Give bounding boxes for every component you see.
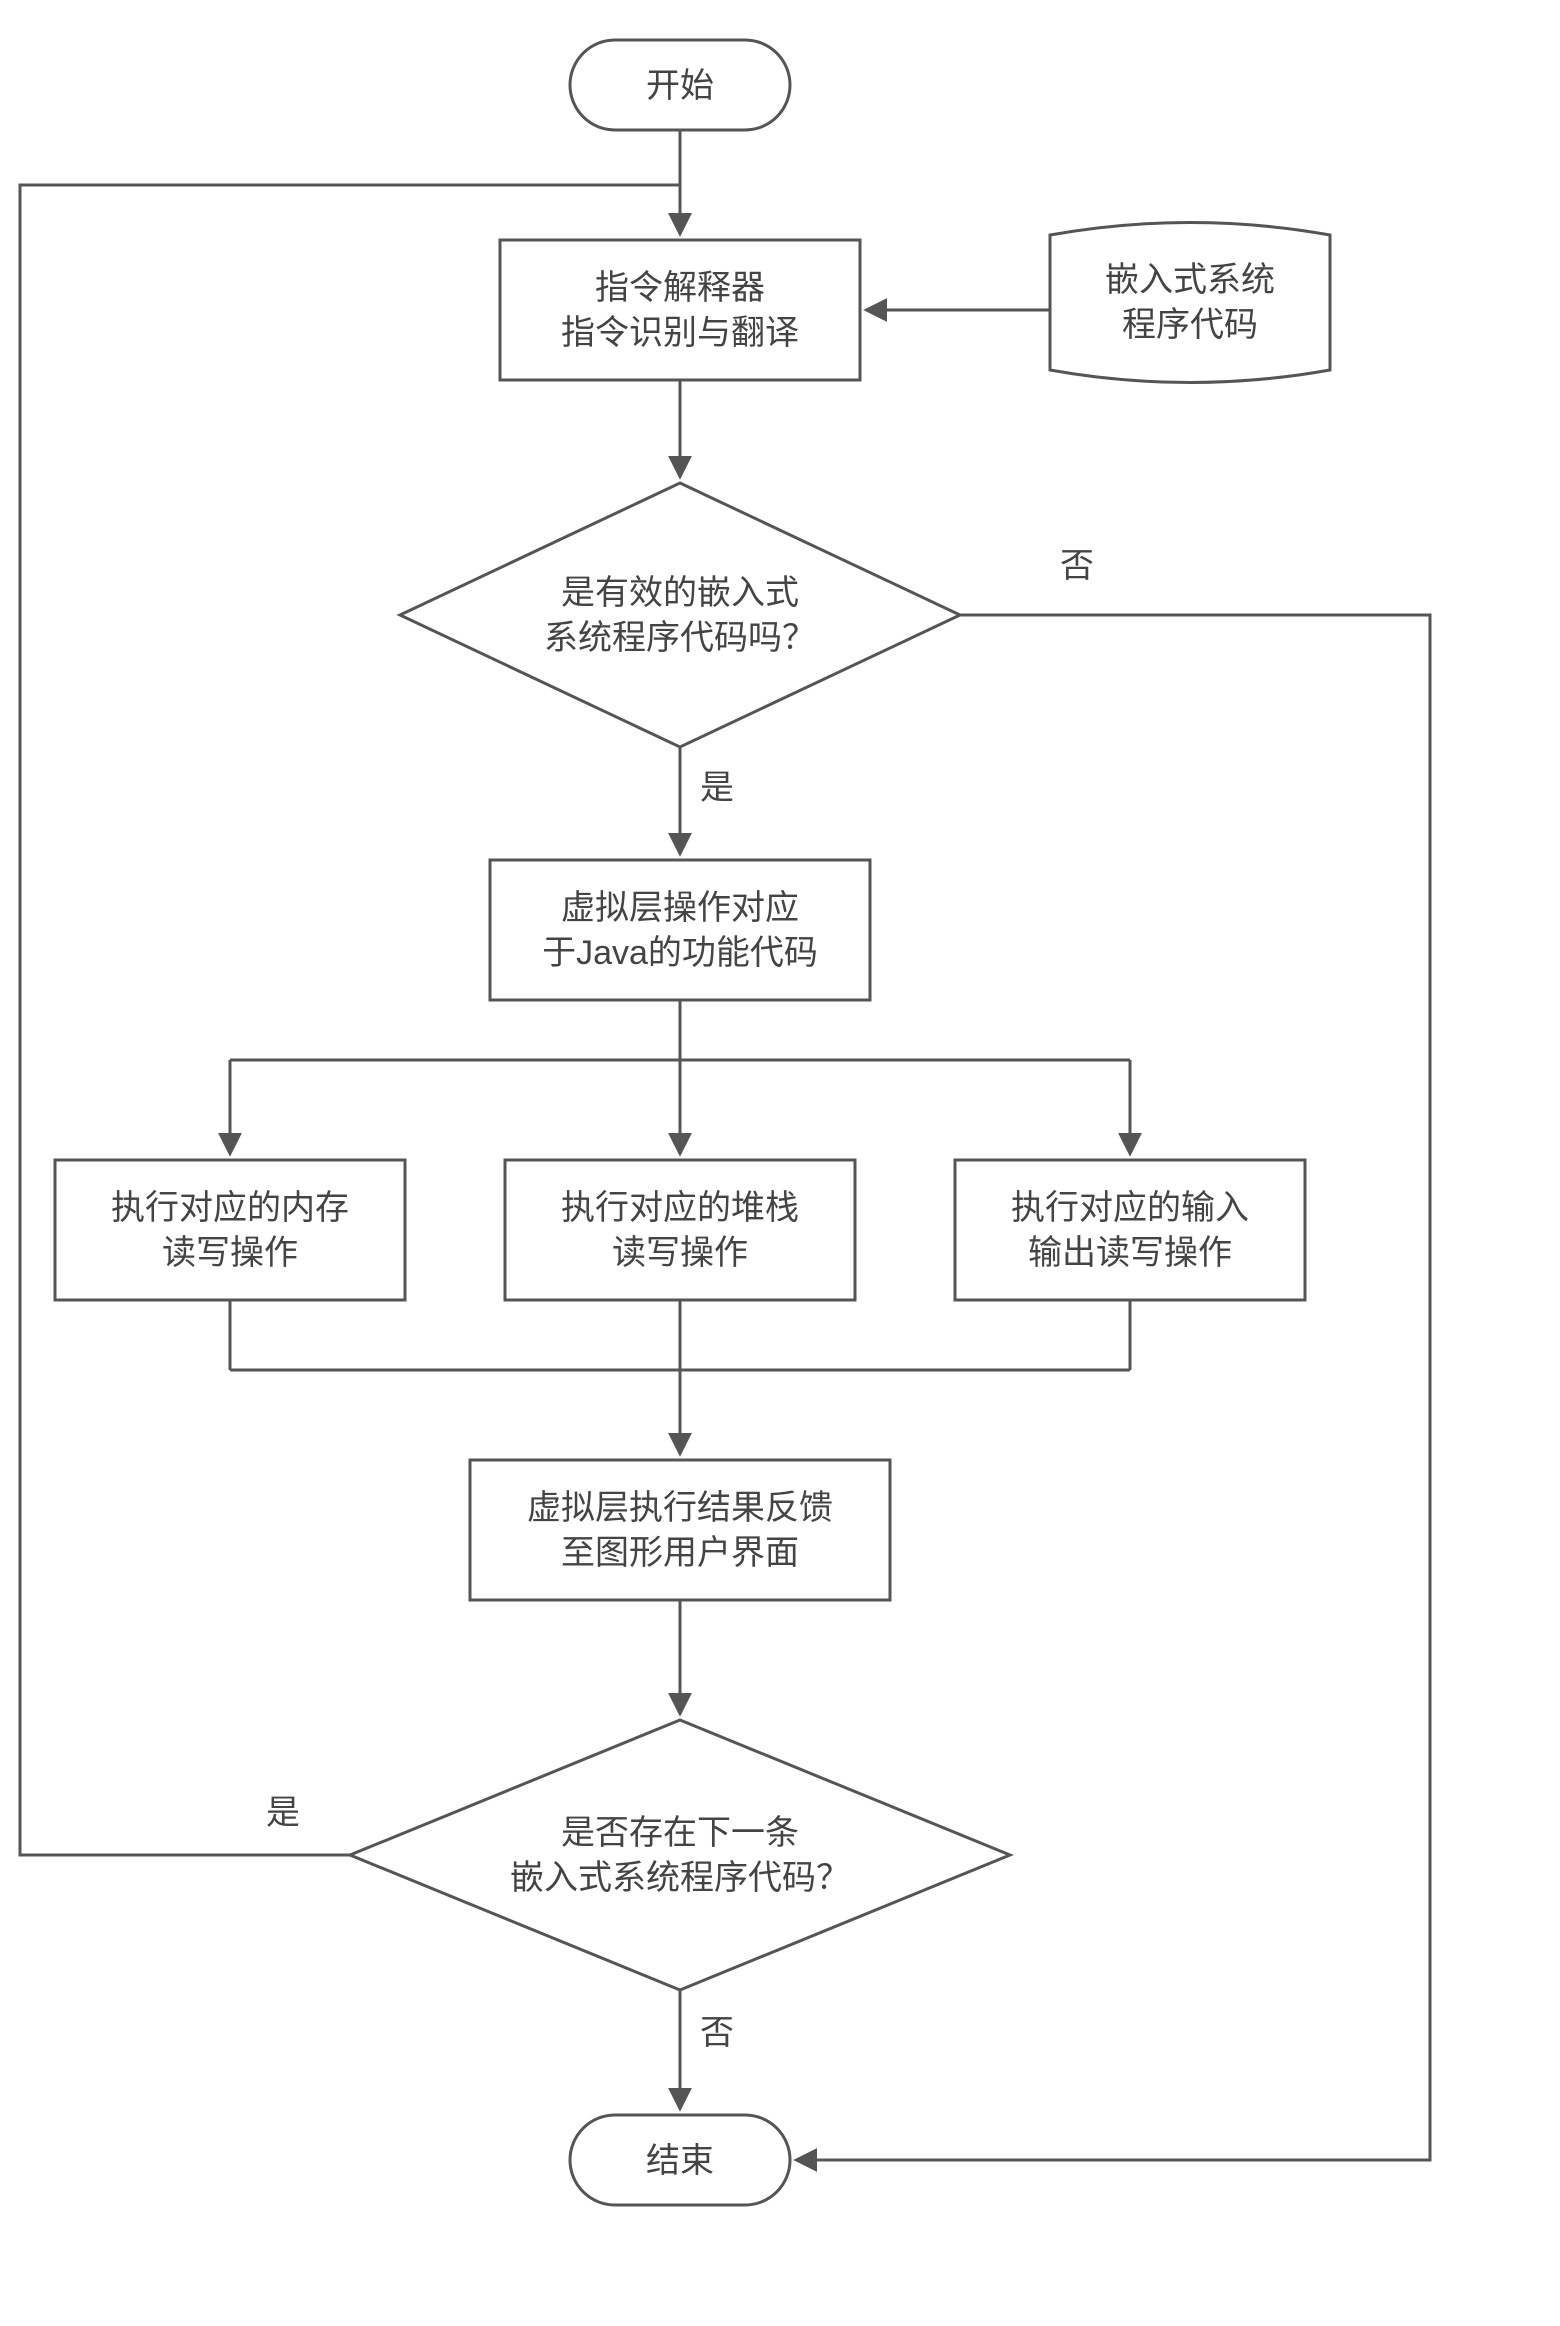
feedback-line2: 至图形用户界面 <box>561 1534 799 1572</box>
interpreter-line2: 指令识别与翻译 <box>561 314 799 352</box>
decision-valid-code <box>400 483 960 747</box>
virtual-line2: 于Java的功能代码 <box>542 934 818 972</box>
virtual-layer-box <box>490 860 870 1000</box>
interpreter-line1: 指令解释器 <box>595 269 765 307</box>
dec1-line2: 系统程序代码吗？ <box>544 619 816 657</box>
end-label: 结束 <box>646 2142 714 2180</box>
dec2-yes-label: 是 <box>266 1794 300 1832</box>
start-label: 开始 <box>646 67 714 105</box>
op-io-line1: 执行对应的输入 <box>1011 1189 1249 1227</box>
feedback-line1: 虚拟层执行结果反馈 <box>527 1489 833 1527</box>
document-input <box>1050 223 1330 383</box>
op-stack-line2: 读写操作 <box>612 1234 748 1272</box>
dec1-yes-label: 是 <box>700 769 734 807</box>
dec1-no-label: 否 <box>1060 547 1094 585</box>
op-mem-line2: 读写操作 <box>162 1234 298 1272</box>
doc-line2: 程序代码 <box>1122 306 1258 344</box>
op-mem-line1: 执行对应的内存 <box>111 1189 349 1227</box>
op-io-box <box>955 1160 1305 1300</box>
dec2-line1: 是否存在下一条 <box>561 1814 799 1852</box>
interpreter-box <box>500 240 860 380</box>
doc-line1: 嵌入式系统 <box>1105 261 1275 299</box>
op-stack-box <box>505 1160 855 1300</box>
dec2-line2: 嵌入式系统程序代码？ <box>510 1859 850 1897</box>
op-io-line2: 输出读写操作 <box>1028 1234 1232 1272</box>
dec1-line1: 是有效的嵌入式 <box>561 574 799 612</box>
virtual-line1: 虚拟层操作对应 <box>561 889 799 927</box>
op-memory-box <box>55 1160 405 1300</box>
dec2-no-label: 否 <box>700 2014 734 2052</box>
decision-has-next <box>350 1720 1010 1990</box>
feedback-box <box>470 1460 890 1600</box>
edge-dec1-no-path <box>798 615 1430 2160</box>
edge-dec2-yes-loop <box>20 185 680 1855</box>
op-stack-line1: 执行对应的堆栈 <box>561 1189 799 1227</box>
